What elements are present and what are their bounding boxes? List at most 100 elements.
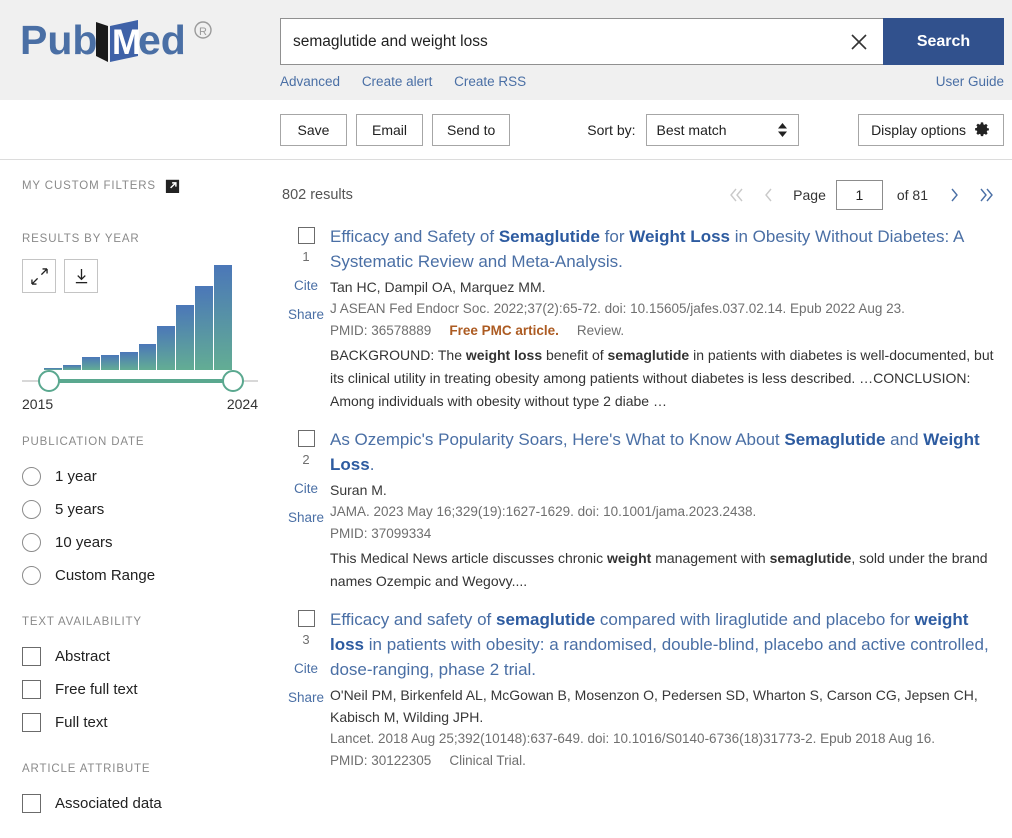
search-button[interactable]: Search: [883, 18, 1004, 65]
year-labels: 2015 2024: [22, 396, 258, 412]
chart-bar: [214, 265, 233, 370]
create-rss-link[interactable]: Create RSS: [454, 74, 526, 89]
article-attribute-title: ARTICLE ATTRIBUTE: [22, 763, 151, 775]
result-body: Efficacy and safety of semaglutide compa…: [330, 607, 1000, 772]
chart-bar: [119, 352, 138, 370]
result-body: As Ozempic's Popularity Soars, Here's Wh…: [330, 427, 1000, 593]
radio-icon: [22, 533, 41, 552]
filter-label: Full text: [55, 714, 108, 731]
search-input[interactable]: [293, 32, 835, 51]
filter-full-text[interactable]: Full text: [22, 706, 270, 739]
results-header: 802 results Page of 81: [270, 160, 1012, 210]
filter-pubdate-custom-range[interactable]: Custom Range: [22, 559, 270, 592]
svg-text:Pub: Pub: [20, 17, 97, 63]
result-number: 3: [302, 632, 310, 647]
result-checkbox[interactable]: [297, 610, 315, 627]
results-panel: 802 results Page of 81: [270, 160, 1012, 838]
svg-text:R: R: [199, 26, 207, 38]
email-button[interactable]: Email: [356, 113, 423, 146]
share-link[interactable]: Share: [288, 690, 324, 705]
result-citation: J ASEAN Fed Endocr Soc. 2022;37(2):65-72…: [330, 301, 905, 316]
filter-label: Free full text: [55, 681, 138, 698]
create-alert-link[interactable]: Create alert: [362, 74, 433, 89]
filter-pubdate-1-year[interactable]: 1 year: [22, 460, 270, 493]
radio-icon: [22, 500, 41, 519]
result-authors: O'Neil PM, Birkenfeld AL, McGowan B, Mos…: [330, 687, 978, 725]
prev-page-button[interactable]: [755, 181, 783, 209]
result-checkbox[interactable]: [297, 227, 315, 244]
result-actions: 1 Cite Share: [282, 224, 330, 413]
result-citation: JAMA. 2023 May 16;329(19):1627-1629. doi…: [330, 504, 757, 519]
page-header: Pub M ed R Search: [0, 0, 1012, 100]
filters-sidebar: MY CUSTOM FILTERS RESULTS BY YEAR 2015 2…: [0, 160, 270, 838]
year-range-slider[interactable]: [22, 370, 258, 392]
result-checkbox[interactable]: [297, 430, 315, 447]
external-link-icon: [165, 179, 179, 193]
advanced-link[interactable]: Advanced: [280, 74, 340, 89]
chevron-right-icon: [951, 188, 958, 202]
publication-date-title: PUBLICATION DATE: [22, 436, 145, 448]
cite-link[interactable]: Cite: [294, 278, 318, 293]
result-title-link[interactable]: As Ozempic's Popularity Soars, Here's Wh…: [330, 427, 1000, 477]
result-snippet: This Medical News article discusses chro…: [330, 550, 988, 589]
close-icon: [851, 33, 867, 50]
result-body: Efficacy and Safety of Semaglutide for W…: [330, 224, 1000, 413]
result-title-link[interactable]: Efficacy and safety of semaglutide compa…: [330, 607, 1000, 682]
checkbox-icon: [22, 794, 41, 813]
results-by-year-header: RESULTS BY YEAR: [22, 233, 270, 245]
sort-select[interactable]: Best match: [645, 113, 799, 146]
result-item: 2 Cite Share As Ozempic's Popularity Soars,…: [282, 413, 1000, 593]
publication-type-label: Review.: [576, 323, 625, 338]
chart-bar: [81, 357, 100, 370]
chart-bar: [138, 343, 157, 370]
clear-search-button[interactable]: [835, 18, 883, 65]
sort-control: Sort by: Best match: [587, 113, 799, 146]
cite-link[interactable]: Cite: [294, 661, 318, 676]
last-page-button[interactable]: [972, 181, 1000, 209]
result-citation: Lancet. 2018 Aug 25;392(10148):637-649. …: [330, 731, 936, 746]
share-link[interactable]: Share: [288, 307, 324, 322]
filter-label: Custom Range: [55, 567, 156, 584]
save-button[interactable]: Save: [280, 113, 347, 146]
results-by-year-label: RESULTS BY YEAR: [22, 233, 140, 245]
radio-icon: [22, 566, 41, 585]
first-page-button[interactable]: [723, 181, 751, 209]
free-article-badge[interactable]: Free PMC article.: [449, 323, 559, 338]
double-chevron-left-icon: [730, 188, 743, 202]
result-meta: PMID: 30122305 Clinical Trial.: [330, 750, 1000, 772]
pubmed-logo[interactable]: Pub M ed R: [0, 0, 270, 66]
year-start-label: 2015: [22, 396, 54, 412]
share-link[interactable]: Share: [288, 510, 324, 525]
svg-text:ed: ed: [138, 17, 186, 63]
result-meta: PMID: 36578889 Free PMC article. Review.: [330, 320, 1000, 342]
filter-pubdate-5-years[interactable]: 5 years: [22, 493, 270, 526]
user-guide-link[interactable]: User Guide: [936, 74, 1004, 89]
filter-pubdate-10-years[interactable]: 10 years: [22, 526, 270, 559]
filter-associated-data[interactable]: Associated data: [22, 787, 270, 820]
display-options-button[interactable]: Display options: [858, 113, 1004, 146]
filter-label: Abstract: [55, 648, 111, 665]
header-links: Advanced Create alert Create RSS: [280, 74, 544, 89]
chart-bar: [157, 325, 176, 370]
chevron-updown-icon: [777, 122, 787, 137]
pagination: Page of 81: [723, 180, 1000, 210]
slider-handle-start[interactable]: [38, 370, 60, 392]
search-box[interactable]: [280, 18, 835, 65]
page-label: Page: [793, 187, 826, 203]
filter-label: Associated data: [55, 795, 162, 812]
slider-handle-end[interactable]: [222, 370, 244, 392]
result-title-link[interactable]: Efficacy and Safety of Semaglutide for W…: [330, 224, 1000, 274]
double-chevron-right-icon: [980, 188, 993, 202]
filter-free-full-text[interactable]: Free full text: [22, 673, 270, 706]
checkbox-icon: [22, 647, 41, 666]
chart-bar: [176, 304, 195, 370]
results-by-year-chart: [22, 265, 233, 370]
send-to-button[interactable]: Send to: [432, 113, 511, 146]
page-number-input[interactable]: [835, 180, 883, 210]
result-snippet: BACKGROUND: The weight loss benefit of s…: [330, 347, 994, 409]
next-page-button[interactable]: [940, 181, 968, 209]
my-custom-filters-header[interactable]: MY CUSTOM FILTERS: [22, 178, 270, 193]
result-pmid: PMID: 36578889: [330, 323, 432, 338]
cite-link[interactable]: Cite: [294, 481, 318, 496]
filter-abstract[interactable]: Abstract: [22, 640, 270, 673]
